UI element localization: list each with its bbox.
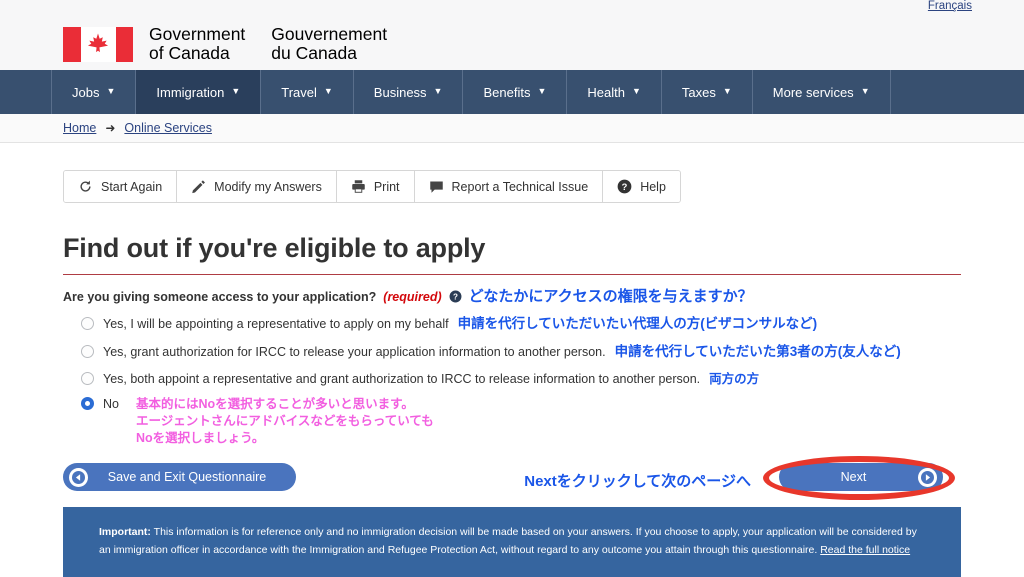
radio-input[interactable] xyxy=(81,345,94,358)
nav-item-jobs[interactable]: Jobs ▼ xyxy=(51,70,137,114)
radio-option-both[interactable]: Yes, both appoint a representative and g… xyxy=(81,368,961,387)
nav-item-immigration[interactable]: Immigration ▼ xyxy=(135,70,262,114)
nav-item-label: More services xyxy=(772,84,854,100)
radio-option-label: Yes, I will be appointing a representati… xyxy=(103,317,449,331)
top-utility-strip: Français xyxy=(0,0,1024,18)
chevron-down-icon: ▼ xyxy=(722,86,732,96)
flag-band-right xyxy=(115,26,133,62)
option-annotation-jp: 申請を代行していただいた第3者の方(友人など) xyxy=(614,344,901,359)
radio-option-grant-authorization[interactable]: Yes, grant authorization for IRCC to rel… xyxy=(81,340,961,360)
radio-input[interactable] xyxy=(81,317,94,330)
modify-answers-button[interactable]: Modify my Answers xyxy=(177,171,337,202)
print-label: Print xyxy=(373,179,400,194)
chevron-down-icon: ▼ xyxy=(860,86,870,96)
chevron-down-icon: ▼ xyxy=(106,86,116,96)
radio-option-no[interactable]: No 基本的にはNoを選択することが多いと思います。 エージェントさんにアドバイ… xyxy=(81,395,961,447)
flag-band-left xyxy=(63,26,81,62)
breadcrumb-arrow-icon: ➜ xyxy=(105,121,116,135)
breadcrumb: Home ➜ Online Services xyxy=(0,114,1024,143)
notice-important-label: Important: xyxy=(99,526,151,538)
wordmark-french: Gouvernement du Canada xyxy=(271,24,388,63)
no-option-annotation-jp: 基本的にはNoを選択することが多いと思います。 エージェントさんにアドバイスなど… xyxy=(135,397,434,445)
refresh-icon xyxy=(80,180,91,192)
radio-input[interactable] xyxy=(81,372,94,385)
help-label: Help xyxy=(640,179,666,194)
save-and-exit-label: Save and Exit Questionnaire xyxy=(107,470,267,484)
option-annotation-jp: 申請を代行していただいたい代理人の方(ビザコンサルなど) xyxy=(457,316,818,331)
comment-icon xyxy=(429,181,443,193)
chevron-down-icon: ▼ xyxy=(231,86,241,96)
radio-input[interactable] xyxy=(81,397,94,410)
nav-item-health[interactable]: Health ▼ xyxy=(566,70,662,114)
chevron-down-icon: ▼ xyxy=(323,86,333,96)
next-label: Next xyxy=(840,470,867,484)
page-content: Start Again Modify my Answers Print Repo… xyxy=(0,170,1024,577)
radio-option-appoint-representative[interactable]: Yes, I will be appointing a representati… xyxy=(81,312,961,332)
question-annotation-jp: どなたかにアクセスの権限を与えますか？ xyxy=(468,288,753,305)
chevron-down-icon: ▼ xyxy=(433,86,443,96)
printer-icon xyxy=(352,180,365,193)
svg-text:?: ? xyxy=(622,182,628,192)
question-circle-icon[interactable]: ? xyxy=(449,290,462,303)
nav-item-label: Health xyxy=(587,84,625,100)
modify-answers-label: Modify my Answers xyxy=(214,179,322,194)
print-button[interactable]: Print xyxy=(336,171,415,202)
nav-item-taxes[interactable]: Taxes ▼ xyxy=(660,70,753,114)
maple-leaf-icon xyxy=(87,33,109,53)
svg-text:?: ? xyxy=(453,292,458,301)
questionnaire-toolbar: Start Again Modify my Answers Print Repo… xyxy=(63,170,681,203)
page-title: Find out if you're eligible to apply xyxy=(63,233,486,263)
question-text: Are you giving someone access to your ap… xyxy=(63,290,377,304)
wordmark-english: Government of Canada xyxy=(149,24,246,63)
breadcrumb-online-services-link[interactable]: Online Services xyxy=(124,121,212,135)
radio-option-label: Yes, both appoint a representative and g… xyxy=(103,372,701,386)
nav-item-label: Jobs xyxy=(72,84,100,100)
brand-bar: Government of Canada Gouvernement du Can… xyxy=(0,18,1024,70)
nav-item-label: Business xyxy=(373,84,427,100)
canada-flag-icon xyxy=(63,26,133,62)
goc-wordmark: Government of Canada Gouvernement du Can… xyxy=(149,25,387,63)
title-divider xyxy=(63,274,961,275)
question-row: Are you giving someone access to your ap… xyxy=(63,285,961,306)
question-circle-icon: ? xyxy=(617,179,632,194)
pencil-icon xyxy=(192,180,206,194)
nav-item-label: Taxes xyxy=(681,84,716,100)
next-annotation-jp: Nextをクリックして次のページへ xyxy=(524,473,751,490)
language-toggle-link[interactable]: Français xyxy=(928,0,972,12)
answer-options: Yes, I will be appointing a representati… xyxy=(63,312,961,447)
main-navigation: Jobs ▼ Immigration ▼ Travel ▼ Business ▼ Benefit… xyxy=(0,70,1024,114)
important-notice-banner: Important: This information is for refer… xyxy=(63,507,961,577)
nav-item-label: Benefits xyxy=(483,84,531,100)
start-again-label: Start Again xyxy=(101,179,163,194)
report-issue-label: Report a Technical Issue xyxy=(451,179,589,194)
nav-item-travel[interactable]: Travel ▼ xyxy=(260,70,354,114)
report-issue-button[interactable]: Report a Technical Issue xyxy=(414,171,604,202)
help-button[interactable]: ? Help xyxy=(603,171,680,202)
radio-option-label: No xyxy=(103,397,119,411)
option-annotation-jp: 両方の方 xyxy=(709,372,760,386)
arrow-left-circle-icon xyxy=(69,467,88,487)
chevron-down-icon: ▼ xyxy=(631,86,641,96)
nav-item-more-services[interactable]: More services ▼ xyxy=(751,70,891,114)
breadcrumb-home-link[interactable]: Home xyxy=(63,121,96,135)
radio-option-label: Yes, grant authorization for IRCC to rel… xyxy=(103,345,606,359)
start-again-button[interactable]: Start Again xyxy=(64,171,178,202)
save-and-exit-button[interactable]: Save and Exit Questionnaire xyxy=(63,463,296,491)
next-button[interactable]: Next xyxy=(779,463,943,491)
chevron-down-icon: ▼ xyxy=(537,86,547,96)
nav-item-business[interactable]: Business ▼ xyxy=(352,70,464,114)
required-marker: (required) xyxy=(383,290,442,304)
notice-body: This information is for reference only a… xyxy=(99,526,917,556)
nav-item-benefits[interactable]: Benefits ▼ xyxy=(462,70,568,114)
action-row: Save and Exit Questionnaire Nextをクリックして次… xyxy=(63,455,961,501)
arrow-right-circle-icon xyxy=(918,467,937,487)
nav-item-label: Travel xyxy=(281,84,317,100)
nav-item-label: Immigration xyxy=(156,84,225,100)
read-full-notice-link[interactable]: Read the full notice xyxy=(820,544,910,556)
